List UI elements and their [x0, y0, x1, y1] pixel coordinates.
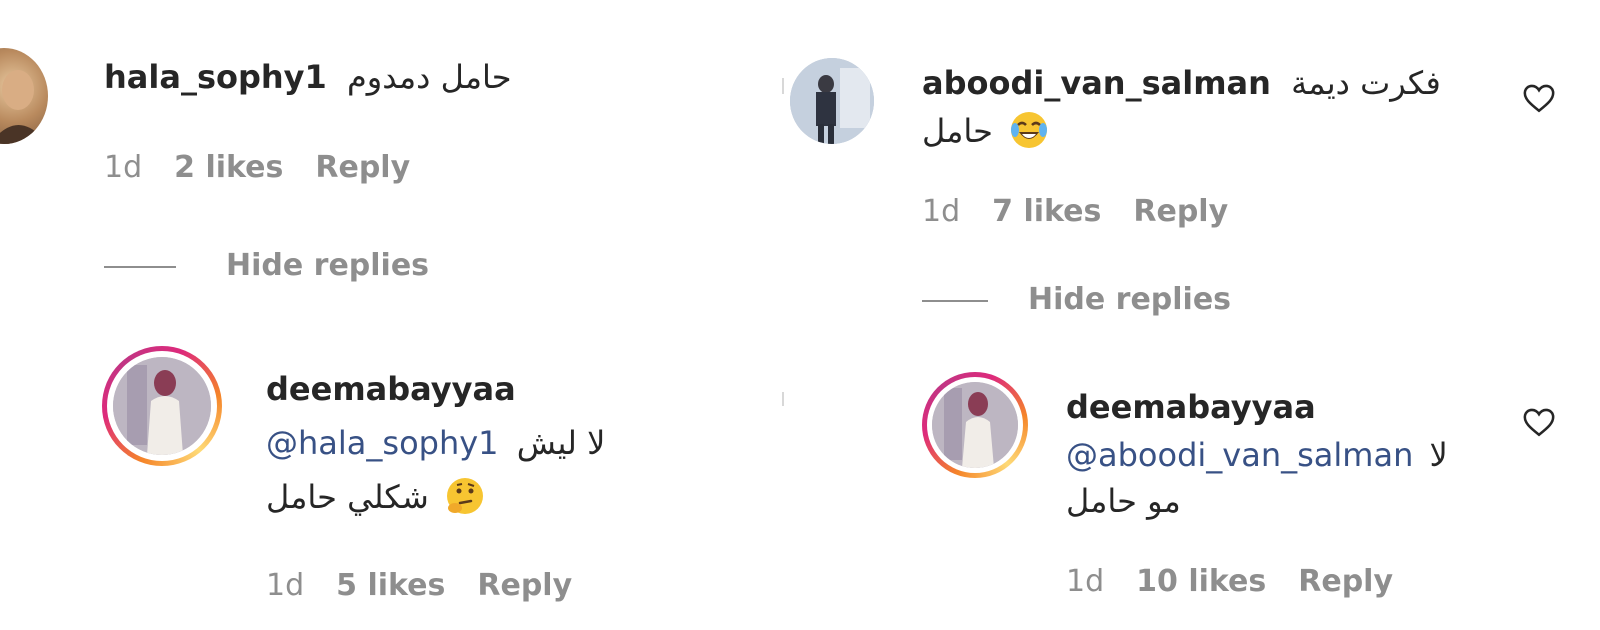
comment-meta: 1d 7 likes Reply: [922, 194, 1228, 229]
reply-text-1: لا: [1429, 436, 1448, 474]
reply-mention[interactable]: @hala_sophy1: [266, 424, 499, 462]
hide-replies-button[interactable]: Hide replies: [922, 282, 1231, 317]
reply-button[interactable]: Reply: [477, 568, 572, 603]
tears-of-joy-emoji: [1011, 112, 1048, 148]
comment-line-2: حامل: [922, 110, 1049, 150]
comment-time: 1d: [922, 194, 961, 229]
reply-meta: 1d 5 likes Reply: [266, 568, 572, 603]
comment-text: حامل دمدوم: [346, 58, 512, 96]
reply-button[interactable]: Reply: [1133, 194, 1228, 229]
reply-line-2: شكلي حامل: [266, 476, 485, 516]
comment-meta: 1d 2 likes Reply: [104, 150, 410, 185]
avatar-image: [113, 357, 211, 455]
reply-text-1: لا ليش: [516, 424, 606, 462]
comment-text-1: فكرت ديمة: [1291, 64, 1441, 102]
hide-replies-label: Hide replies: [226, 248, 430, 283]
reply-text-2: شكلي حامل: [266, 478, 429, 516]
panel-divider-mark: [782, 78, 784, 94]
avatar-deemabayyaa[interactable]: [113, 357, 211, 455]
comment-username[interactable]: aboodi_van_salman: [922, 64, 1271, 102]
avatar-hala-sophy1[interactable]: [0, 48, 48, 144]
avatar-deemabayyaa[interactable]: [932, 382, 1018, 468]
thinking-face-emoji: [447, 478, 483, 514]
reply-username[interactable]: deemabayyaa: [1066, 388, 1316, 426]
avatar-image: [932, 382, 1018, 468]
reply-time: 1d: [266, 568, 305, 603]
reply-button[interactable]: Reply: [1298, 564, 1393, 599]
reply-meta: 1d 10 likes Reply: [1066, 564, 1393, 599]
reply-text-2: مو حامل: [1066, 482, 1181, 520]
reply-mention[interactable]: @aboodi_van_salman: [1066, 436, 1413, 474]
hide-replies-label: Hide replies: [1028, 282, 1232, 317]
comment-line: hala_sophy1 حامل دمدوم: [104, 58, 511, 96]
panel-divider-mark: [782, 392, 784, 406]
reply-line-2: مو حامل: [1066, 482, 1181, 520]
comment-likes[interactable]: 7 likes: [992, 194, 1101, 229]
avatar-image: [790, 58, 874, 144]
hide-replies-button[interactable]: Hide replies: [104, 248, 429, 283]
comment-line-1: aboodi_van_salman فكرت ديمة: [922, 64, 1441, 102]
comment-text-2: حامل: [922, 112, 993, 150]
reply-line-1: @aboodi_van_salman لا: [1066, 436, 1448, 474]
comment-time: 1d: [104, 150, 143, 185]
avatar-image: [0, 70, 48, 144]
reply-time: 1d: [1066, 564, 1105, 599]
reply-button[interactable]: Reply: [315, 150, 410, 185]
heart-outline-icon[interactable]: [1522, 406, 1556, 438]
reply-username[interactable]: deemabayyaa: [266, 370, 516, 408]
reply-line-1: @hala_sophy1 لا ليش: [266, 424, 605, 462]
avatar-aboodi-van-salman[interactable]: [790, 58, 874, 144]
heart-outline-icon[interactable]: [1522, 82, 1556, 114]
reply-likes[interactable]: 10 likes: [1136, 564, 1266, 599]
hide-replies-line: [922, 299, 988, 302]
hide-replies-line: [104, 265, 176, 268]
comment-username[interactable]: hala_sophy1: [104, 58, 327, 96]
comment-likes[interactable]: 2 likes: [174, 150, 283, 185]
reply-likes[interactable]: 5 likes: [336, 568, 445, 603]
